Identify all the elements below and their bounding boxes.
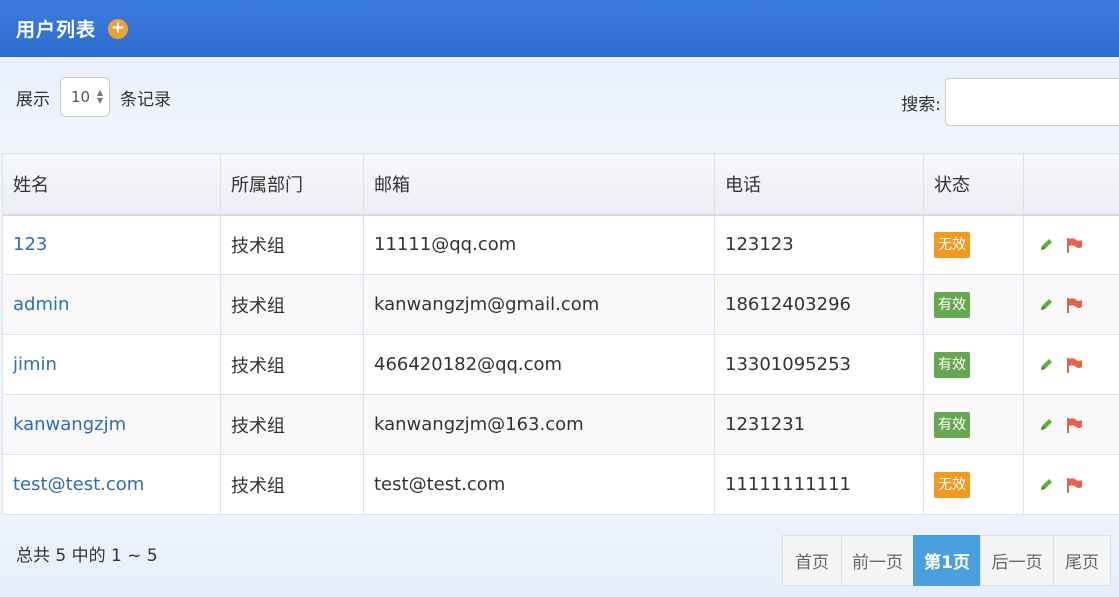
column-header-name[interactable]: 姓名: [2, 153, 221, 216]
dept-cell: 技术组: [220, 274, 364, 335]
row-actions: [1034, 475, 1109, 495]
pagination: 首页 前一页 第1页 后一页 尾页: [782, 535, 1111, 586]
user-name-link[interactable]: jimin: [13, 354, 57, 375]
user-name-link[interactable]: test@test.com: [13, 474, 144, 495]
length-prefix-label: 展示: [16, 89, 50, 110]
search-label: 搜索:: [901, 94, 941, 115]
page-header: 用户列表 +: [0, 0, 1119, 57]
phone-cell: 123123: [714, 214, 924, 275]
row-actions: [1034, 295, 1109, 315]
column-header-phone[interactable]: 电话: [714, 153, 924, 216]
dept-cell: 技术组: [220, 454, 364, 515]
status-badge: 无效: [934, 471, 970, 498]
phone-cell: 13301095253: [714, 334, 924, 395]
spinner-arrows-icon: ▲ ▼: [96, 88, 103, 105]
status-badge: 有效: [934, 291, 970, 318]
dept-cell: 技术组: [220, 334, 364, 395]
column-header-dept[interactable]: 所属部门: [220, 153, 364, 216]
column-header-email[interactable]: 邮箱: [363, 153, 715, 216]
toolbar: 展示 10 ▲ ▼ 条记录 搜索:: [0, 57, 1119, 153]
pager-button-3[interactable]: 后一页: [980, 535, 1054, 586]
edit-pencil-icon[interactable]: [1036, 415, 1056, 435]
phone-cell: 11111111111: [714, 454, 924, 515]
edit-pencil-icon[interactable]: [1036, 475, 1056, 495]
phone-cell: 18612403296: [714, 274, 924, 335]
email-cell: 466420182@qq.com: [363, 334, 715, 395]
pager-button-0[interactable]: 首页: [782, 535, 842, 586]
table-row: test@test.com 技术组 test@test.com 11111111111…: [2, 454, 1119, 515]
edit-pencil-icon[interactable]: [1036, 355, 1056, 375]
table-footer: 总共 5 中的 1 ~ 5 首页 前一页 第1页 后一页 尾页: [0, 515, 1119, 597]
page-title: 用户列表: [16, 19, 97, 41]
table-row: admin 技术组 kanwangzjm@gmail.com 18612403296 有…: [2, 274, 1119, 335]
row-actions: [1034, 415, 1109, 435]
dept-cell: 技术组: [220, 394, 364, 455]
plus-circle-icon[interactable]: +: [108, 18, 129, 39]
page-length-select[interactable]: 10 ▲ ▼: [60, 77, 110, 117]
page-length-control: 展示 10 ▲ ▼ 条记录: [16, 77, 171, 117]
row-actions: [1034, 235, 1109, 255]
page-length-value: 10: [71, 88, 91, 106]
row-actions: [1034, 355, 1109, 375]
table-row: kanwangzjm 技术组 kanwangzjm@163.com 1231231 有效: [2, 394, 1119, 455]
status-badge: 有效: [934, 411, 970, 438]
flag-icon[interactable]: [1064, 355, 1084, 375]
flag-icon[interactable]: [1064, 235, 1084, 255]
email-cell: kanwangzjm@gmail.com: [363, 274, 715, 335]
search-control: 搜索:: [901, 78, 1119, 126]
user-name-link[interactable]: kanwangzjm: [13, 414, 126, 435]
flag-icon[interactable]: [1064, 295, 1084, 315]
pager-button-1[interactable]: 前一页: [841, 535, 914, 586]
dept-cell: 技术组: [220, 214, 364, 275]
table-row: jimin 技术组 466420182@qq.com 13301095253 有效: [2, 334, 1119, 395]
search-input[interactable]: [945, 78, 1119, 126]
edit-pencil-icon[interactable]: [1036, 235, 1056, 255]
flag-icon[interactable]: [1064, 475, 1084, 495]
email-cell: kanwangzjm@163.com: [363, 394, 715, 455]
table-header-row: 姓名 所属部门 邮箱 电话 状态: [2, 153, 1119, 216]
email-cell: 11111@qq.com: [363, 214, 715, 275]
table-info: 总共 5 中的 1 ~ 5: [16, 546, 158, 566]
user-table: 姓名 所属部门 邮箱 电话 状态 123 技术组 11111@qq.com 12312…: [2, 153, 1119, 515]
edit-pencil-icon[interactable]: [1036, 295, 1056, 315]
phone-cell: 1231231: [714, 394, 924, 455]
email-cell: test@test.com: [363, 454, 715, 515]
user-name-link[interactable]: admin: [13, 294, 69, 315]
status-badge: 有效: [934, 351, 970, 378]
status-badge: 无效: [934, 231, 970, 258]
pager-button-4[interactable]: 尾页: [1053, 535, 1111, 586]
flag-icon[interactable]: [1064, 415, 1084, 435]
length-suffix-label: 条记录: [120, 89, 171, 110]
table-row: 123 技术组 11111@qq.com 123123 无效: [2, 214, 1119, 275]
pager-button-2[interactable]: 第1页: [913, 535, 981, 586]
column-header-actions: [1023, 153, 1119, 216]
user-name-link[interactable]: 123: [13, 234, 47, 255]
column-header-status[interactable]: 状态: [923, 153, 1024, 216]
